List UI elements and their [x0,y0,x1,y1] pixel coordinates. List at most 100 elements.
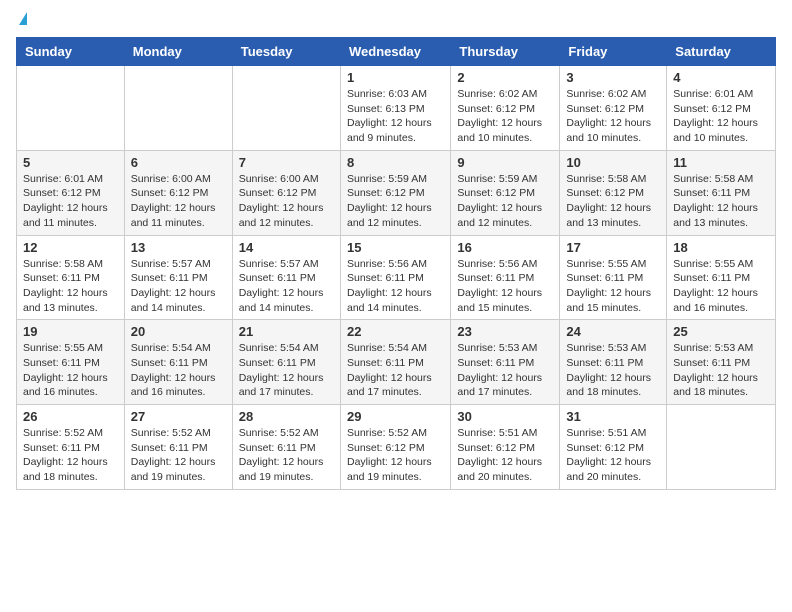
day-info: Sunrise: 5:59 AM Sunset: 6:12 PM Dayligh… [457,172,553,231]
column-header-sunday: Sunday [17,38,125,66]
calendar-week-row: 19Sunrise: 5:55 AM Sunset: 6:11 PM Dayli… [17,320,776,405]
calendar-cell: 4 Sunrise: 6:01 AM Sunset: 6:12 PM Daylig… [667,66,776,151]
day-info: Sunrise: 5:52 AM Sunset: 6:11 PM Dayligh… [23,426,118,485]
day-info: Sunrise: 6:03 AM Sunset: 6:13 PM Dayligh… [347,87,444,146]
day-number: 16 [457,240,553,255]
day-number: 18 [673,240,769,255]
calendar-cell: 16 Sunrise: 5:56 AM Sunset: 6:11 PM Dayli… [451,235,560,320]
calendar-cell: 24Sunrise: 5:53 AM Sunset: 6:11 PM Dayli… [560,320,667,405]
logo [16,16,27,25]
day-info: Sunrise: 6:01 AM Sunset: 6:12 PM Dayligh… [23,172,118,231]
calendar-cell: 23Sunrise: 5:53 AM Sunset: 6:11 PM Dayli… [451,320,560,405]
day-info: Sunrise: 5:55 AM Sunset: 6:11 PM Dayligh… [566,257,660,316]
day-number: 1 [347,70,444,85]
day-info: Sunrise: 5:59 AM Sunset: 6:12 PM Dayligh… [347,172,444,231]
calendar-cell: 21 Sunrise: 5:54 AM Sunset: 6:11 PM Dayli… [232,320,340,405]
day-info: Sunrise: 5:56 AM Sunset: 6:11 PM Dayligh… [457,257,553,316]
calendar-week-row: 26 Sunrise: 5:52 AM Sunset: 6:11 PM Dayli… [17,405,776,490]
day-info: Sunrise: 5:54 AM Sunset: 6:11 PM Dayligh… [239,341,334,400]
day-info: Sunrise: 5:58 AM Sunset: 6:11 PM Dayligh… [673,172,769,231]
calendar-week-row: 5Sunrise: 6:01 AM Sunset: 6:12 PM Daylig… [17,150,776,235]
calendar-cell: 14Sunrise: 5:57 AM Sunset: 6:11 PM Dayli… [232,235,340,320]
logo-triangle-icon [19,12,27,25]
calendar-cell: 2 Sunrise: 6:02 AM Sunset: 6:12 PM Daylig… [451,66,560,151]
day-number: 7 [239,155,334,170]
calendar-header-row: SundayMondayTuesdayWednesdayThursdayFrid… [17,38,776,66]
calendar-cell: 22Sunrise: 5:54 AM Sunset: 6:11 PM Dayli… [340,320,450,405]
day-number: 20 [131,324,226,339]
column-header-saturday: Saturday [667,38,776,66]
calendar-cell: 6 Sunrise: 6:00 AM Sunset: 6:12 PM Daylig… [124,150,232,235]
day-info: Sunrise: 5:57 AM Sunset: 6:11 PM Dayligh… [131,257,226,316]
day-number: 15 [347,240,444,255]
day-number: 13 [131,240,226,255]
day-info: Sunrise: 5:54 AM Sunset: 6:11 PM Dayligh… [131,341,226,400]
day-info: Sunrise: 5:52 AM Sunset: 6:12 PM Dayligh… [347,426,444,485]
calendar-cell: 5Sunrise: 6:01 AM Sunset: 6:12 PM Daylig… [17,150,125,235]
calendar-cell: 30 Sunrise: 5:51 AM Sunset: 6:12 PM Dayli… [451,405,560,490]
calendar-cell: 9 Sunrise: 5:59 AM Sunset: 6:12 PM Daylig… [451,150,560,235]
calendar-cell [232,66,340,151]
column-header-tuesday: Tuesday [232,38,340,66]
day-info: Sunrise: 5:57 AM Sunset: 6:11 PM Dayligh… [239,257,334,316]
day-number: 12 [23,240,118,255]
day-info: Sunrise: 5:52 AM Sunset: 6:11 PM Dayligh… [239,426,334,485]
day-info: Sunrise: 6:02 AM Sunset: 6:12 PM Dayligh… [457,87,553,146]
calendar-table: SundayMondayTuesdayWednesdayThursdayFrid… [16,37,776,490]
calendar-cell: 11 Sunrise: 5:58 AM Sunset: 6:11 PM Dayli… [667,150,776,235]
calendar-week-row: 1 Sunrise: 6:03 AM Sunset: 6:13 PM Daylig… [17,66,776,151]
calendar-cell: 25Sunrise: 5:53 AM Sunset: 6:11 PM Dayli… [667,320,776,405]
day-number: 28 [239,409,334,424]
day-info: Sunrise: 5:54 AM Sunset: 6:11 PM Dayligh… [347,341,444,400]
day-number: 10 [566,155,660,170]
day-number: 17 [566,240,660,255]
calendar-cell: 15 Sunrise: 5:56 AM Sunset: 6:11 PM Dayli… [340,235,450,320]
day-number: 11 [673,155,769,170]
calendar-cell: 20 Sunrise: 5:54 AM Sunset: 6:11 PM Dayli… [124,320,232,405]
day-number: 3 [566,70,660,85]
column-header-wednesday: Wednesday [340,38,450,66]
day-number: 9 [457,155,553,170]
calendar-cell: 17 Sunrise: 5:55 AM Sunset: 6:11 PM Dayli… [560,235,667,320]
day-info: Sunrise: 5:51 AM Sunset: 6:12 PM Dayligh… [566,426,660,485]
day-info: Sunrise: 5:53 AM Sunset: 6:11 PM Dayligh… [566,341,660,400]
day-number: 27 [131,409,226,424]
day-info: Sunrise: 5:56 AM Sunset: 6:11 PM Dayligh… [347,257,444,316]
calendar-cell: 7 Sunrise: 6:00 AM Sunset: 6:12 PM Daylig… [232,150,340,235]
day-number: 26 [23,409,118,424]
calendar-cell: 3Sunrise: 6:02 AM Sunset: 6:12 PM Daylig… [560,66,667,151]
calendar-cell: 28 Sunrise: 5:52 AM Sunset: 6:11 PM Dayli… [232,405,340,490]
day-info: Sunrise: 5:53 AM Sunset: 6:11 PM Dayligh… [457,341,553,400]
day-info: Sunrise: 6:00 AM Sunset: 6:12 PM Dayligh… [131,172,226,231]
calendar-cell: 26 Sunrise: 5:52 AM Sunset: 6:11 PM Dayli… [17,405,125,490]
calendar-cell: 8 Sunrise: 5:59 AM Sunset: 6:12 PM Daylig… [340,150,450,235]
day-number: 4 [673,70,769,85]
day-number: 29 [347,409,444,424]
day-info: Sunrise: 6:01 AM Sunset: 6:12 PM Dayligh… [673,87,769,146]
calendar-cell: 31 Sunrise: 5:51 AM Sunset: 6:12 PM Dayli… [560,405,667,490]
calendar-cell: 27 Sunrise: 5:52 AM Sunset: 6:11 PM Dayli… [124,405,232,490]
day-number: 30 [457,409,553,424]
day-number: 19 [23,324,118,339]
column-header-monday: Monday [124,38,232,66]
day-info: Sunrise: 5:52 AM Sunset: 6:11 PM Dayligh… [131,426,226,485]
calendar-cell [124,66,232,151]
day-number: 6 [131,155,226,170]
page-header [16,16,776,25]
calendar-cell: 1 Sunrise: 6:03 AM Sunset: 6:13 PM Daylig… [340,66,450,151]
day-number: 31 [566,409,660,424]
calendar-cell: 29 Sunrise: 5:52 AM Sunset: 6:12 PM Dayli… [340,405,450,490]
day-info: Sunrise: 5:51 AM Sunset: 6:12 PM Dayligh… [457,426,553,485]
calendar-cell: 13 Sunrise: 5:57 AM Sunset: 6:11 PM Dayli… [124,235,232,320]
calendar-week-row: 12 Sunrise: 5:58 AM Sunset: 6:11 PM Dayli… [17,235,776,320]
calendar-cell: 10Sunrise: 5:58 AM Sunset: 6:12 PM Dayli… [560,150,667,235]
day-number: 8 [347,155,444,170]
day-number: 25 [673,324,769,339]
day-info: Sunrise: 6:00 AM Sunset: 6:12 PM Dayligh… [239,172,334,231]
day-number: 21 [239,324,334,339]
day-info: Sunrise: 5:55 AM Sunset: 6:11 PM Dayligh… [673,257,769,316]
day-number: 2 [457,70,553,85]
day-info: Sunrise: 5:58 AM Sunset: 6:11 PM Dayligh… [23,257,118,316]
calendar-cell: 12 Sunrise: 5:58 AM Sunset: 6:11 PM Dayli… [17,235,125,320]
column-header-thursday: Thursday [451,38,560,66]
